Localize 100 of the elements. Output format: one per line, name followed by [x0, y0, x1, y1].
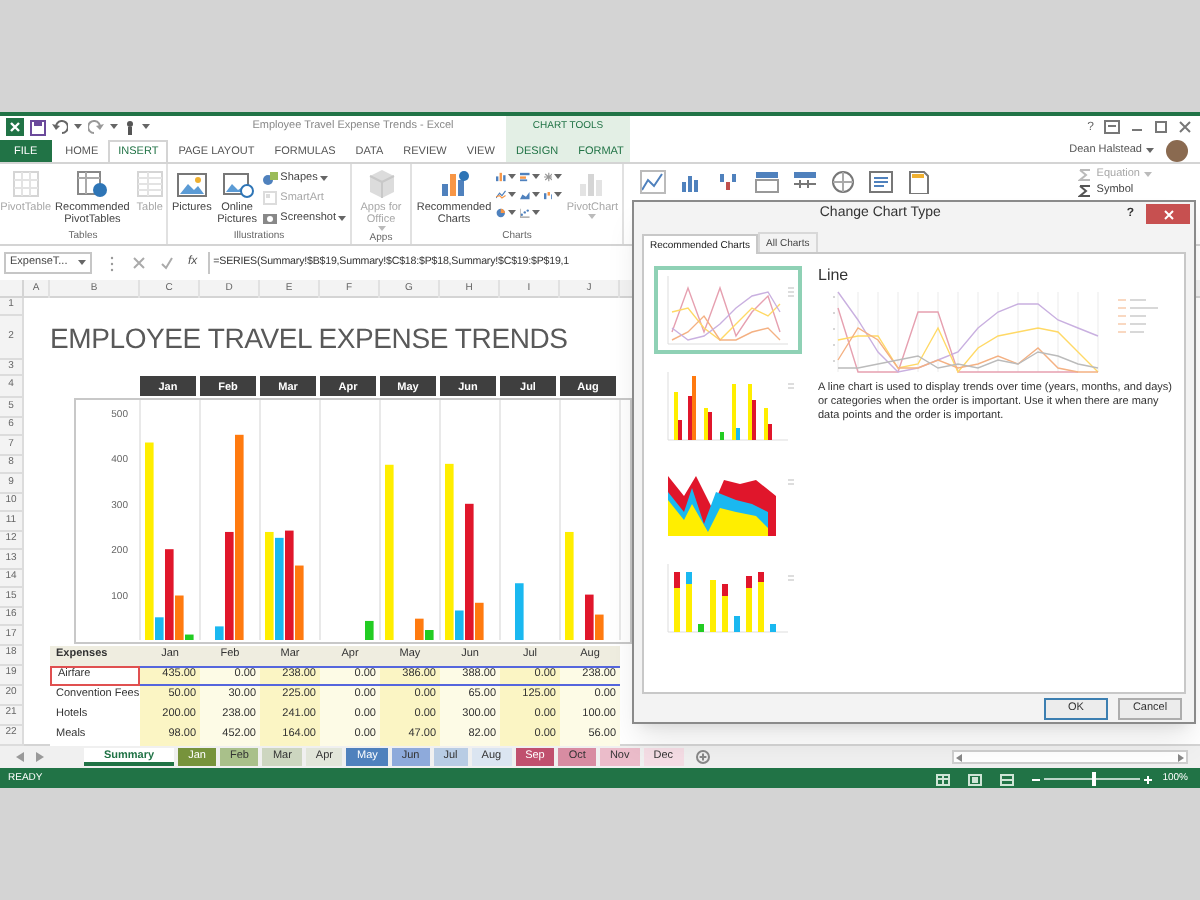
zoom-out-icon: [1032, 775, 1041, 783]
cancel-icon: [132, 256, 146, 270]
caret-icon: [110, 124, 118, 130]
area-chart-icon: [519, 188, 530, 202]
picture-icon: [175, 168, 208, 200]
caret-icon: [507, 192, 516, 198]
caret-icon: [1144, 172, 1152, 178]
ribbon-display-icon: [1104, 120, 1120, 134]
next-sheet-icon: [36, 752, 44, 762]
redo-icon: [88, 120, 104, 134]
caret-icon: [78, 260, 86, 266]
caret-icon: [554, 192, 563, 198]
page-break-icon: [1000, 773, 1015, 785]
caret-icon: [554, 174, 563, 180]
bar[interactable]: [595, 614, 604, 640]
sheet-title: EMPLOYEE TRAVEL EXPENSE TRENDS: [50, 320, 570, 358]
bar[interactable]: [565, 531, 574, 640]
caret-icon: [377, 226, 385, 232]
chart-type-button[interactable]: [519, 206, 540, 220]
excel-logo-icon: [6, 118, 24, 136]
undo-icon: [52, 120, 68, 134]
radar-chart-icon: [543, 170, 553, 184]
enter-icon: [160, 256, 174, 270]
chart-type-button[interactable]: [543, 188, 563, 202]
bar[interactable]: [445, 463, 454, 640]
bar[interactable]: [145, 442, 154, 640]
bar[interactable]: [385, 464, 394, 640]
chart-type-button[interactable]: [519, 170, 540, 184]
caret-icon: [1146, 147, 1154, 153]
bar[interactable]: [465, 503, 474, 640]
bar[interactable]: [515, 583, 524, 640]
normal-view-icon: [936, 773, 951, 785]
bar-chart-icon: [438, 168, 470, 200]
document-icon: [906, 170, 932, 194]
slicer-icon: [754, 170, 780, 194]
caret-icon: [588, 214, 597, 220]
shapes-icon: [262, 170, 279, 186]
picture-icon: [221, 168, 254, 200]
caret-icon: [74, 124, 82, 130]
table-icon: [76, 168, 109, 200]
column-chart-icon: [496, 170, 506, 184]
zoom-in-icon: [1144, 775, 1153, 783]
chart-type-button[interactable]: [496, 188, 516, 202]
bar[interactable]: [265, 531, 274, 640]
scroll-right-icon: [1178, 753, 1184, 761]
chart-thumbnail[interactable]: [654, 266, 802, 354]
bar[interactable]: [165, 549, 174, 640]
chart-type-button[interactable]: [543, 170, 563, 184]
win-loss-icon: [716, 170, 742, 194]
sparkline-icon: [640, 170, 666, 194]
caret-icon: [338, 215, 346, 221]
caret-icon: [531, 174, 540, 180]
user-avatar[interactable]: [1166, 139, 1188, 161]
bar[interactable]: [275, 537, 284, 640]
page-layout-icon: [968, 773, 983, 785]
cube-icon: [365, 168, 397, 200]
bar[interactable]: [415, 618, 424, 640]
previous-sheet-icon: [16, 752, 24, 762]
table-icon: [133, 168, 166, 200]
close-button[interactable]: [1146, 204, 1190, 224]
save-icon: [30, 119, 46, 135]
camera-icon: [262, 210, 279, 226]
add-sheet-icon: [695, 750, 709, 764]
bar[interactable]: [295, 565, 304, 640]
chart-type-button[interactable]: [496, 206, 516, 220]
caret-icon: [507, 210, 516, 216]
bar[interactable]: [225, 531, 234, 640]
column-chart-icon: [678, 170, 704, 194]
scroll-left-icon: [956, 753, 962, 761]
caret-icon: [507, 174, 516, 180]
bar[interactable]: [155, 617, 164, 640]
horizontal-scrollbar[interactable]: [952, 750, 1188, 764]
bar[interactable]: [185, 634, 194, 640]
bar[interactable]: [175, 595, 184, 640]
globe-icon: [830, 170, 856, 194]
preview-heading: Line: [818, 266, 851, 286]
bar[interactable]: [425, 630, 434, 640]
zoom-slider-thumb[interactable]: [1092, 772, 1097, 786]
bar[interactable]: [585, 594, 594, 640]
caret-icon: [531, 210, 540, 216]
close-icon: [1163, 209, 1173, 219]
caret-icon: [319, 175, 328, 181]
bar[interactable]: [215, 626, 224, 640]
chart-type-button[interactable]: [519, 188, 540, 202]
bar[interactable]: [455, 610, 464, 640]
bar[interactable]: [365, 620, 374, 640]
table-icon: [9, 168, 42, 200]
text-box-icon: [868, 170, 894, 194]
caret-icon: [142, 124, 150, 130]
line-chart-icon: [496, 188, 506, 202]
bar[interactable]: [235, 434, 244, 640]
bar[interactable]: [475, 602, 484, 640]
close-icon: [1178, 120, 1192, 134]
scatter-chart-icon: [519, 206, 530, 220]
bar[interactable]: [285, 530, 294, 640]
maximize-icon: [1154, 120, 1168, 134]
chart-type-button[interactable]: [496, 170, 516, 184]
caret-icon: [531, 192, 540, 198]
pie-chart-icon: [496, 206, 506, 220]
waterfall-chart-icon: [543, 188, 553, 202]
